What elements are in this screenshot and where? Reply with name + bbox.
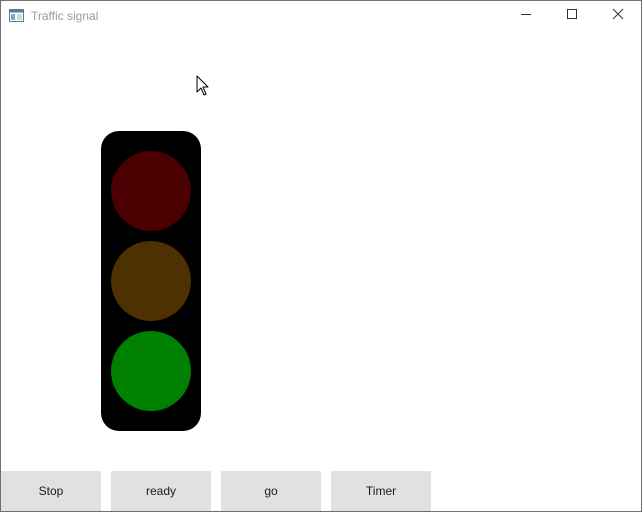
stop-button[interactable]: Stop — [1, 471, 101, 511]
app-window: Traffic signal Stop ready go Timer — [0, 0, 642, 512]
maximize-icon — [566, 7, 578, 25]
amber-lamp — [111, 241, 191, 321]
close-icon — [612, 7, 624, 25]
minimize-icon — [520, 7, 532, 25]
maximize-button[interactable] — [549, 1, 595, 31]
mouse-cursor-icon — [196, 75, 209, 96]
green-lamp — [111, 331, 191, 411]
traffic-signal-housing — [101, 131, 201, 431]
title-bar[interactable]: Traffic signal — [1, 1, 641, 31]
red-lamp — [111, 151, 191, 231]
ready-button[interactable]: ready — [111, 471, 211, 511]
go-button[interactable]: go — [221, 471, 321, 511]
app-icon — [9, 9, 24, 22]
window-title: Traffic signal — [31, 9, 99, 23]
client-area: Stop ready go Timer — [1, 31, 641, 511]
minimize-button[interactable] — [503, 1, 549, 31]
close-button[interactable] — [595, 1, 641, 31]
timer-button[interactable]: Timer — [331, 471, 431, 511]
